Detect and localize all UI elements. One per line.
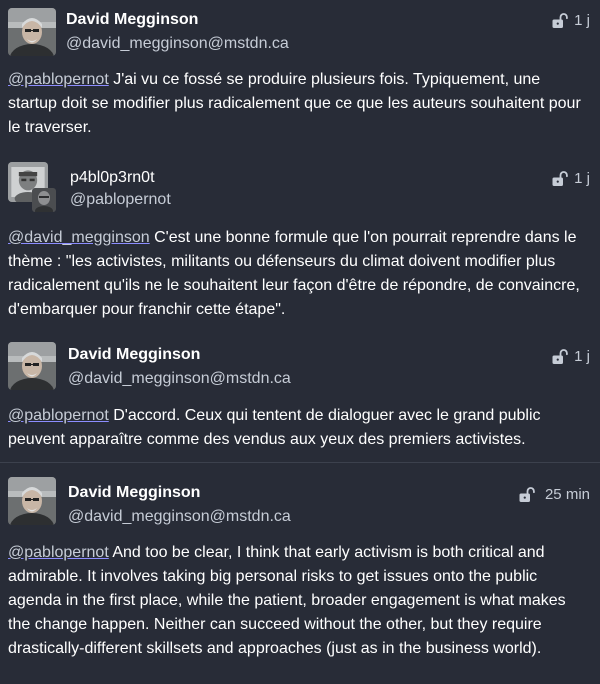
author-name[interactable]: David Megginson: [66, 10, 198, 30]
timestamp[interactable]: 25 min: [545, 485, 590, 505]
unlock-icon: [552, 13, 570, 29]
author-avatar-image: [8, 477, 56, 525]
timestamp[interactable]: 1 j: [574, 347, 590, 367]
author-name[interactable]: p4bl0p3rn0t: [70, 168, 155, 188]
unlock-icon: [519, 487, 537, 503]
mention-link[interactable]: @pablopernot: [8, 544, 109, 561]
status-post[interactable]: David Megginson @david_megginson@mstdn.c…: [0, 330, 600, 460]
timestamp[interactable]: 1 j: [574, 169, 590, 189]
mention-link[interactable]: @pablopernot: [8, 407, 109, 424]
mention-link[interactable]: @david_megginson: [8, 229, 150, 246]
status-meta: 1 j: [552, 169, 590, 189]
author-handle[interactable]: @david_megginson@mstdn.ca: [68, 369, 291, 389]
avatar[interactable]: [8, 477, 56, 525]
author-avatar-image: [8, 8, 56, 56]
unlock-icon: [552, 349, 570, 365]
reply-target-avatar[interactable]: [32, 188, 56, 212]
avatar[interactable]: [8, 8, 56, 56]
status-post[interactable]: p4bl0p3rn0t @pablopernot 1 j @david_megg…: [0, 150, 600, 330]
status-meta: 25 min: [519, 485, 590, 505]
status-meta: 1 j: [552, 347, 590, 367]
avatar[interactable]: [8, 342, 56, 390]
status-content: @pablopernot D'accord. Ceux qui tentent …: [8, 404, 588, 452]
timestamp[interactable]: 1 j: [574, 11, 590, 31]
status-post[interactable]: David Megginson @david_megginson@mstdn.c…: [0, 0, 600, 150]
author-avatar-image: [8, 342, 56, 390]
author-handle[interactable]: @david_megginson@mstdn.ca: [66, 34, 289, 54]
status-content: @pablopernot J'ai vu ce fossé se produir…: [8, 68, 588, 140]
status-content: @david_megginson C'est une bonne formule…: [8, 226, 588, 322]
status-meta: 1 j: [552, 11, 590, 31]
author-name[interactable]: David Megginson: [68, 483, 200, 503]
status-content: @pablopernot And too be clear, I think t…: [8, 541, 588, 661]
reply-target-avatar-image: [32, 188, 56, 212]
unlock-icon: [552, 171, 570, 187]
thread: David Megginson @david_megginson@mstdn.c…: [0, 0, 600, 684]
author-name[interactable]: David Megginson: [68, 345, 200, 365]
status-post[interactable]: David Megginson @david_megginson@mstdn.c…: [0, 463, 600, 684]
mention-link[interactable]: @pablopernot: [8, 71, 109, 88]
author-handle[interactable]: @pablopernot: [70, 190, 171, 210]
author-handle[interactable]: @david_megginson@mstdn.ca: [68, 507, 291, 527]
